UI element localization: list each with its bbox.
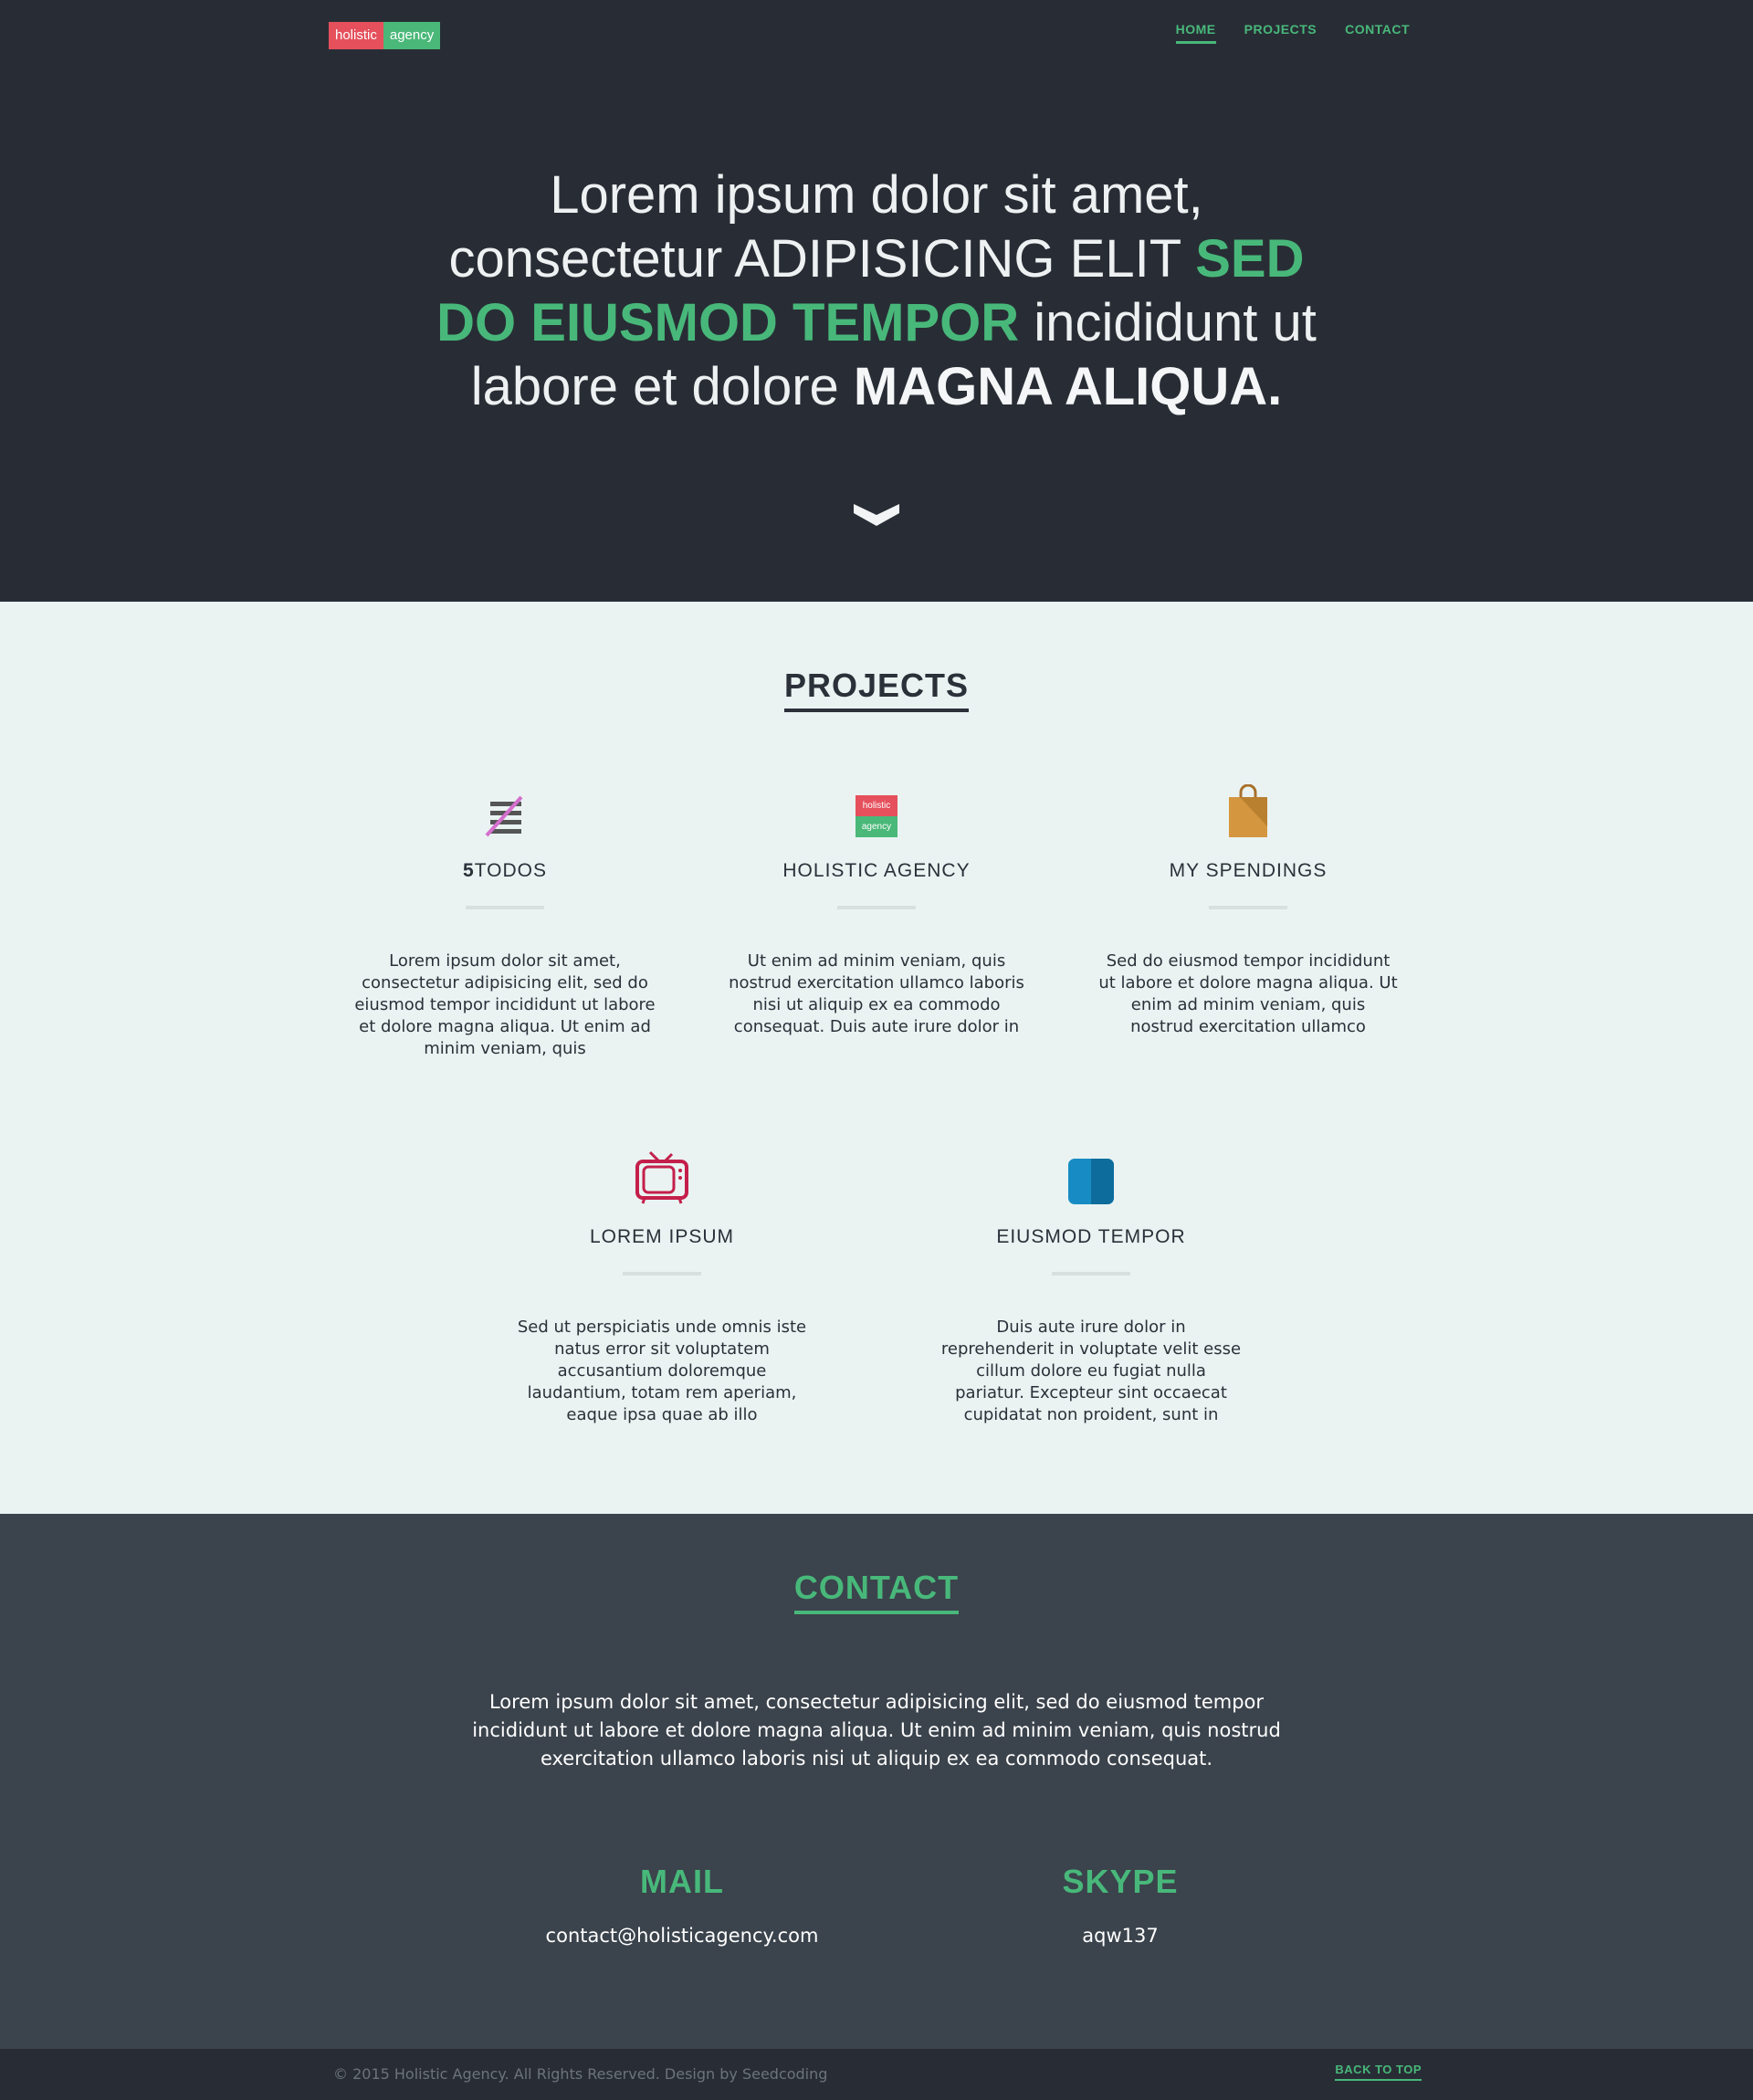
holistic-logo-icon: holistic agency — [726, 782, 1027, 839]
hero-line4-plain: labore et dolore — [470, 357, 839, 416]
project-name: MY SPENDINGS — [1169, 860, 1328, 881]
main-nav: HOME PROJECTS CONTACT — [1175, 22, 1410, 44]
project-card-eiusmod-tempor[interactable]: EIUSMOD TEMPOR Duis aute irure dolor in … — [940, 1149, 1242, 1426]
projects-title-text: PROJECTS — [783, 667, 970, 712]
hero-line3-green: DO EIUSMOD TEMPOR — [436, 293, 1020, 352]
logo[interactable]: holistic agency — [329, 22, 441, 49]
shopping-bag-icon — [1097, 782, 1399, 839]
project-card-my-spendings[interactable]: MY SPENDINGS Sed do eiusmod tempor incid… — [1097, 782, 1399, 1038]
contact-title-text: CONTACT — [793, 1569, 960, 1614]
project-card-5todos[interactable]: 5TODOS Lorem ipsum dolor sit amet, conse… — [354, 782, 656, 1060]
book-icon — [940, 1149, 1242, 1205]
project-card-holistic-agency[interactable]: holistic agency HOLISTIC AGENCY Ut enim … — [726, 782, 1027, 1038]
nav-home[interactable]: HOME — [1175, 22, 1216, 44]
contact-description: Lorem ipsum dolor sit amet, consectetur … — [472, 1691, 1281, 1769]
project-description: Ut enim ad minim veniam, quis nostrud ex… — [729, 951, 1024, 1036]
project-card-lorem-ipsum[interactable]: LOREM IPSUM Sed ut perspiciatis unde omn… — [511, 1149, 813, 1426]
nav-contact[interactable]: CONTACT — [1345, 22, 1410, 44]
footer: © 2015 Holistic Agency. All Rights Reser… — [0, 2049, 1753, 2100]
todo-list-icon — [354, 782, 656, 839]
divider — [623, 1272, 701, 1276]
project-description: Sed ut perspiciatis unde omnis iste natu… — [517, 1318, 807, 1424]
project-name: 5TODOS — [354, 860, 656, 882]
holistic-logo-icon-top: holistic — [856, 795, 897, 816]
hero-line3-plain: incididunt ut — [1034, 293, 1317, 352]
chevron-down-icon[interactable] — [854, 500, 899, 528]
logo-part-agency: agency — [383, 22, 441, 49]
hero-line2-green: SED — [1195, 229, 1305, 289]
skype-block: SKYPE aqw137 — [938, 1863, 1303, 1947]
mail-block: MAIL contact@holisticagency.com — [499, 1863, 865, 1947]
contact-title: CONTACT — [0, 1569, 1753, 1614]
projects-title: PROJECTS — [0, 667, 1753, 712]
skype-id[interactable]: aqw137 — [938, 1925, 1303, 1947]
logo-part-holistic: holistic — [329, 22, 383, 49]
holistic-logo-icon-bottom: agency — [856, 816, 897, 837]
project-name: EIUSMOD TEMPOR — [996, 1226, 1186, 1247]
divider — [466, 906, 544, 909]
project-name: HOLISTIC AGENCY — [782, 860, 971, 881]
hero-headline: Lorem ipsum dolor sit amet, consectetur … — [374, 163, 1379, 419]
project-name: LOREM IPSUM — [589, 1226, 735, 1247]
hero-line2-plain: consectetur ADIPISICING ELIT — [448, 229, 1181, 289]
hero-line4-bold: MAGNA ALIQUA. — [853, 357, 1283, 416]
hero-section: holistic agency HOME PROJECTS CONTACT Lo… — [0, 0, 1753, 602]
projects-section: PROJECTS 5TODOS Lorem ipsum dolor sit am… — [0, 602, 1753, 1514]
divider — [1052, 1272, 1130, 1276]
hero-line1: Lorem ipsum dolor sit amet, — [550, 165, 1203, 225]
project-description: Sed do eiusmod tempor incididunt ut labo… — [1098, 951, 1398, 1036]
nav-projects[interactable]: PROJECTS — [1244, 22, 1317, 44]
mail-label: MAIL — [640, 1863, 724, 1900]
project-name-prefix: 5 — [463, 860, 475, 881]
project-name-text: TODOS — [474, 860, 547, 881]
contact-section: CONTACT Lorem ipsum dolor sit amet, cons… — [0, 1514, 1753, 2049]
divider — [837, 906, 916, 909]
back-to-top-link[interactable]: BACK TO TOP — [1335, 2063, 1422, 2081]
project-description: Lorem ipsum dolor sit amet, consectetur … — [354, 951, 656, 1058]
mail-address-link[interactable]: contact@holisticagency.com — [499, 1925, 865, 1947]
project-description: Duis aute irure dolor in reprehenderit i… — [940, 1318, 1242, 1424]
tv-icon — [511, 1149, 813, 1205]
skype-label: SKYPE — [1062, 1863, 1179, 1900]
copyright-text: © 2015 Holistic Agency. All Rights Reser… — [333, 2065, 828, 2083]
divider — [1209, 906, 1287, 909]
